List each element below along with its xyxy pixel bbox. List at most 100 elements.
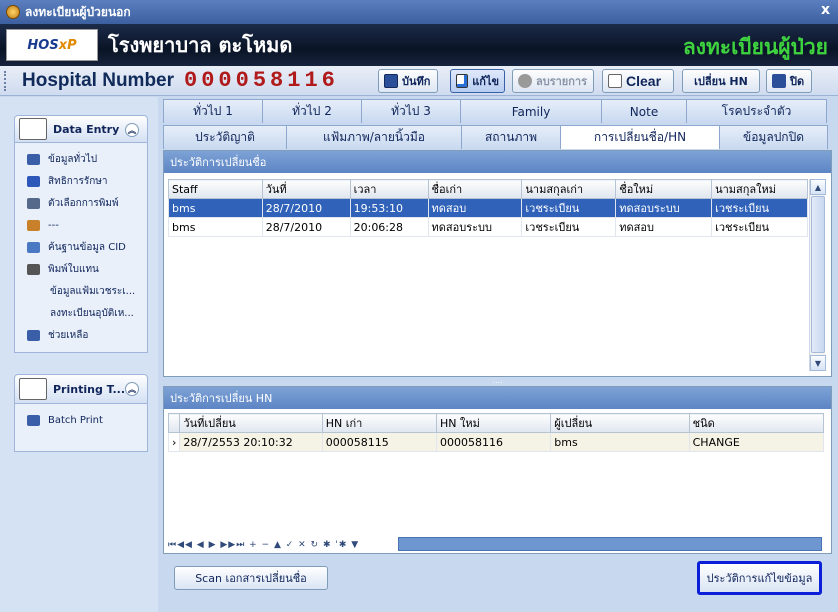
tab[interactable]: ทั่วไป 1 [163, 99, 263, 123]
printing-group: Batch Print [14, 404, 148, 452]
sidebar-item[interactable]: พิมพ์ใบแทน [15, 258, 147, 280]
hn-history-panel: ประวัติการเปลี่ยน HN วันที่เปลี่ยน HN เก่… [163, 386, 832, 554]
table-cell: 000058115 [321, 432, 438, 452]
column-header[interactable]: นามสกุลเก่า [521, 179, 617, 199]
column-header[interactable]: วันที่เปลี่ยน [179, 413, 323, 433]
data-entry-group-header[interactable]: Data Entry ︽ [14, 115, 148, 143]
batch-print-icon [27, 414, 40, 426]
sidebar-item[interactable]: สิทธิการรักษา [15, 170, 147, 192]
name-history-grid[interactable]: Staff วันที่ เวลา ชื่อเก่า นามสกุลเก่า ชื่อให… [168, 179, 808, 371]
delete-label: ลบรายการ [536, 75, 587, 88]
collapse-chevron-icon[interactable]: ︽ [125, 382, 139, 396]
table-row[interactable]: › 28/7/2553 20:10:32 000058115 000058116 bms… [168, 432, 824, 452]
window-title: ลงทะเบียนผู้ป่วยนอก [25, 4, 131, 19]
tab[interactable]: ทั่วไป 3 [361, 99, 461, 123]
tab[interactable]: ทั่วไป 2 [262, 99, 362, 123]
tab[interactable]: ข้อมูลปกปิด [719, 125, 828, 149]
window-close-icon[interactable]: x [821, 2, 830, 18]
column-header[interactable]: นามสกุลใหม่ [711, 179, 808, 199]
column-header[interactable]: Staff [168, 179, 263, 199]
sidebar-item-label: ข้อมูลทั่วไป [48, 153, 98, 165]
table-cell: ทดสอบ [427, 198, 523, 218]
table-row[interactable]: bms 28/7/2010 19:53:10 ทดสอบ เวชระเบียน ทดสอบ… [168, 198, 808, 218]
sidebar-item-label: Batch Print [48, 414, 103, 426]
column-header[interactable]: ชื่อเก่า [427, 179, 523, 199]
hn-history-hscrollbar[interactable] [398, 537, 822, 551]
scroll-thumb[interactable] [811, 196, 825, 353]
panel-splitter[interactable]: .... [163, 377, 832, 385]
name-history-title: ประวัติการเปลี่ยนชื่อ [164, 151, 831, 173]
edit-history-button[interactable]: ประวัติการแก้ไขข้อมูล [697, 561, 822, 595]
column-header[interactable]: วันที่ [261, 179, 351, 199]
table-cell: 000058116 [436, 432, 552, 452]
scroll-up-icon[interactable]: ▲ [810, 179, 826, 195]
scan-name-change-button[interactable]: Scan เอกสารเปลี่ยนชื่อ [174, 566, 328, 590]
table-cell: เวชระเบียน [711, 198, 808, 218]
sidebar-item[interactable]: --- [15, 214, 147, 236]
edit-button[interactable]: แก้ไข [450, 69, 505, 93]
table-cell: bms [168, 198, 263, 218]
table-cell: 20:06:28 [349, 217, 429, 237]
name-history-scrollbar[interactable]: ▲ ▼ [809, 179, 826, 371]
sidebar-item-label: ลงทะเบียนอุบัติเห... [50, 307, 134, 319]
table-row[interactable]: bms 28/7/2010 20:06:28 ทดสอบระบบ เวชระเบียนท… [168, 217, 808, 237]
tab[interactable]: แฟ้มภาพ/ลายนิ้วมือ [286, 125, 462, 149]
exit-icon [772, 74, 786, 88]
change-hn-button[interactable]: เปลี่ยน HN [682, 69, 760, 93]
tab[interactable]: Family [460, 99, 602, 123]
column-header[interactable]: ชื่อใหม่ [615, 179, 713, 199]
cancel-icon [518, 74, 532, 88]
hn-toolbar: Hospital Number 000058116 บันทึก แก้ไข ล… [0, 66, 838, 96]
hn-history-grid[interactable]: วันที่เปลี่ยน HN เก่า HN ใหม่ ผู้เปลี่ยน ชนิ… [168, 413, 824, 533]
edit-label: แก้ไข [472, 75, 499, 88]
collapse-chevron-icon[interactable]: ︽ [125, 123, 139, 137]
tab[interactable]: ประวัติญาติ [163, 125, 287, 149]
clear-button[interactable]: Clear [602, 69, 674, 93]
main-content: ทั่วไป 1 ทั่วไป 2 ทั่วไป 3 Family Note โรคประ… [158, 97, 838, 612]
scroll-down-icon[interactable]: ▼ [810, 355, 826, 371]
toolbar-grip[interactable] [4, 70, 8, 91]
left-nav-panel: Data Entry ︽ ข้อมูลทั่วไปสิทธิการรักษาตั… [0, 97, 158, 612]
delete-button[interactable]: ลบรายการ [512, 69, 594, 93]
close-button[interactable]: ปิด [766, 69, 812, 93]
sidebar-item[interactable]: Batch Print [15, 409, 147, 431]
app-icon [6, 5, 20, 19]
row-pointer-icon: › [168, 432, 181, 452]
printing-group-header[interactable]: Printing T... ︽ [14, 374, 148, 404]
users-icon [27, 219, 40, 231]
sidebar-item[interactable]: ลงทะเบียนอุบัติเห... [15, 302, 147, 324]
table-cell: เวชระเบียน [521, 217, 617, 237]
column-header[interactable]: HN ใหม่ [436, 413, 552, 433]
column-header[interactable]: ผู้เปลี่ยน [550, 413, 690, 433]
table-cell: 28/7/2553 20:10:32 [179, 432, 323, 452]
hosxp-logo: HOS xP [6, 29, 98, 61]
sidebar-item[interactable]: ตัวเลือกการพิมพ์ [15, 192, 147, 214]
tab[interactable]: โรคประจำตัว [686, 99, 827, 123]
save-button[interactable]: บันทึก [378, 69, 438, 93]
tab[interactable]: สถานภาพ [461, 125, 561, 149]
sidebar-item[interactable]: ข้อมูลทั่วไป [15, 148, 147, 170]
tab[interactable]: การเปลี่ยนชื่อ/HN [560, 125, 720, 149]
table-cell: bms [168, 217, 263, 237]
sidebar-item[interactable]: ช่วยเหลือ [15, 324, 147, 346]
clear-icon [608, 74, 622, 88]
grid-navigator[interactable]: ⏮◀◀ ◀ ▶ ▶▶⏭ + − ▲ ✓ ✕ ↻ ✱ '✱ ▼ [168, 540, 359, 550]
sidebar-item[interactable]: ค้นฐานข้อมูล CID [15, 236, 147, 258]
hn-label: Hospital Number [22, 69, 175, 91]
change-hn-label: เปลี่ยน HN [694, 75, 748, 88]
sidebar-item-label: สิทธิการรักษา [48, 175, 108, 187]
table-cell: 28/7/2010 [261, 198, 351, 218]
sidebar-item-label: --- [48, 219, 59, 231]
sidebar-item[interactable]: ข้อมูลแฟ้มเวชระเ... [15, 280, 147, 302]
table-cell: ทดสอบระบบ [615, 198, 713, 218]
table-cell: 28/7/2010 [261, 217, 351, 237]
column-header[interactable]: HN เก่า [321, 413, 438, 433]
section-title: ลงทะเบียนผู้ป่วย [682, 34, 828, 59]
tab[interactable]: Note [601, 99, 687, 123]
column-header[interactable]: เวลา [349, 179, 429, 199]
save-label: บันทึก [402, 75, 431, 88]
data-entry-icon [19, 118, 47, 140]
table-cell: ทดสอบระบบ [427, 217, 523, 237]
column-header[interactable]: ชนิด [688, 413, 824, 433]
sidebar-item-label: ค้นฐานข้อมูล CID [48, 241, 126, 253]
